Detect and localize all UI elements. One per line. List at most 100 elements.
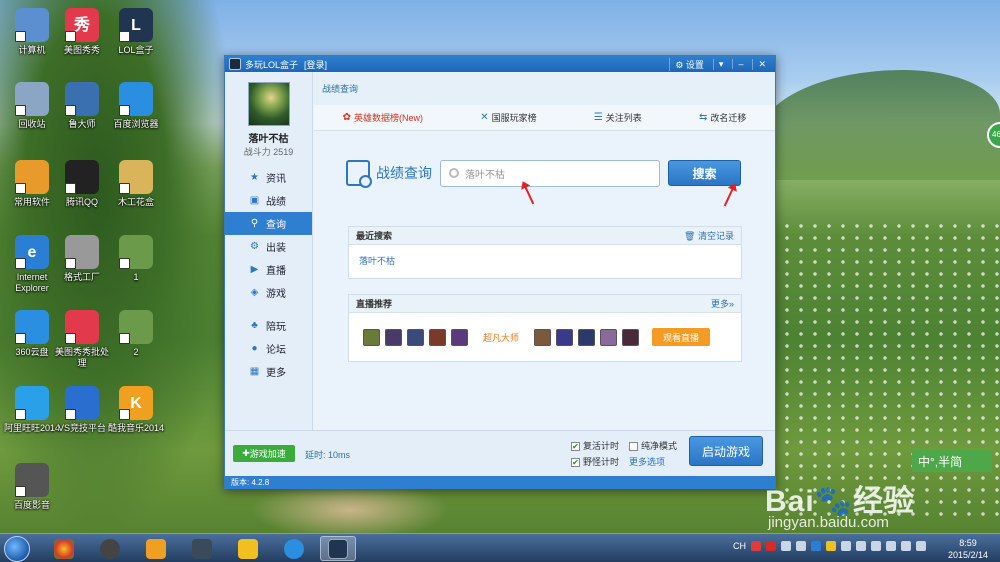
sidebar-item-label: 陪玩 [266, 322, 286, 333]
clear-history-link[interactable]: 🗑 清空记录 [684, 229, 734, 242]
desktop-wallpaper-flowers [780, 220, 1000, 520]
desktop-icon[interactable]: 1 [106, 235, 166, 283]
desktop-icon[interactable]: 2 [106, 310, 166, 358]
record-search-icon [346, 160, 372, 188]
taskbar-glasses[interactable] [184, 536, 220, 561]
sidebar-item-label: 出装 [266, 243, 286, 254]
window-title: 多玩LOL盒子 [245, 59, 299, 70]
system-tray[interactable]: CH [733, 541, 926, 551]
live-row: 超凡大师 观看直播 [349, 313, 741, 346]
champion-avatar[interactable] [556, 328, 574, 346]
search-title: 战绩查询 [376, 165, 432, 181]
desktop-app-icon [15, 8, 49, 42]
sidebar-item[interactable]: ⚙ 出装 [225, 235, 312, 258]
minimize-button[interactable]: – [732, 59, 748, 69]
desktop-icon[interactable]: 秀美图秀秀 [52, 8, 112, 56]
desktop-icon[interactable]: 美图秀秀批处理 [52, 310, 112, 369]
sub-tabs: ✿ 英雄数据榜(New) ✕ 国服玩家榜 ☰ 关注列表 ⇆ 改名迁移 [314, 105, 775, 131]
clock-time: 8:59 [959, 538, 977, 548]
opt-resurrect[interactable]: ✔ 复活计时 [571, 438, 619, 454]
main-panel: 战绩查询 ✿ 英雄数据榜(New) ✕ 国服玩家榜 ☰ 关注列表 ⇆ 改名迁移 战绩查询 落叶… [314, 72, 775, 472]
app-logo-icon [229, 58, 241, 70]
opt-monster[interactable]: ✔ 野怪计时 [571, 454, 619, 470]
desktop-icon[interactable]: VS竞技平台 [52, 386, 112, 434]
lol-box-window: 多玩LOL盒子 [登录] ⚙ 设置 ▾ – ✕ 落叶不枯 战斗力 2519 ★ 资… [224, 55, 776, 489]
taskbar-media[interactable] [92, 536, 128, 561]
desktop-icon[interactable]: 鲁大师 [52, 82, 112, 130]
desktop-icon-label: 格式工厂 [63, 272, 100, 282]
game-accel-button[interactable]: ✚ 游戏加速 [233, 445, 295, 462]
sidebar-item[interactable]: ▣ 战绩 [225, 189, 312, 212]
sidebar-item-label: 论坛 [266, 345, 286, 356]
desktop-icon[interactable]: 腾讯QQ [52, 160, 112, 208]
menu-icon[interactable]: ▾ [712, 58, 729, 70]
gamepad-icon: ◈ [250, 287, 259, 298]
taskbar-chrome[interactable] [46, 536, 82, 561]
sidebar-item[interactable]: ▦ 更多 [225, 360, 312, 383]
start-button[interactable] [4, 536, 30, 562]
sidebar-item[interactable]: ★ 资讯 [225, 166, 312, 189]
sub-tab[interactable]: ⇆ 改名迁移 [699, 111, 746, 124]
desktop-icon[interactable]: 百度浏览器 [106, 82, 166, 130]
desktop-wallpaper-path [250, 480, 450, 540]
ime-bar[interactable]: 中°,半简 [912, 450, 992, 472]
bottom-bar: ✚ 游戏加速 延时: 10ms ✔ 复活计时 ✔ 野怪计时 纯净模式 更多选项 启动… [225, 430, 775, 476]
more-options-link[interactable]: 更多选项 [629, 454, 677, 470]
champion-avatar[interactable] [363, 328, 380, 346]
desktop-icon[interactable]: 木工花盒 [106, 160, 166, 208]
taskbar-kugou[interactable] [230, 536, 266, 561]
sidebar-item[interactable]: ● 论坛 [225, 337, 312, 360]
sidebar-item[interactable]: ▶ 直播 [225, 258, 312, 281]
recent-item[interactable]: 落叶不枯 [349, 245, 741, 276]
taskbar-lolbox[interactable] [320, 536, 356, 561]
streamer-name[interactable]: 超凡大师 [483, 331, 519, 344]
champion-avatar[interactable] [600, 328, 618, 346]
champion-avatar[interactable] [451, 328, 468, 346]
champion-avatar[interactable] [429, 328, 446, 346]
desktop-app-icon: K [119, 386, 153, 420]
desktop-icon[interactable]: L LOL盒子 [106, 8, 166, 56]
people-icon: ♣ [251, 320, 258, 331]
title-bar[interactable]: 多玩LOL盒子 [登录] ⚙ 设置 ▾ – ✕ [225, 56, 775, 72]
nav-separator [225, 304, 312, 314]
settings-button[interactable]: ⚙ 设置 [669, 57, 709, 71]
search-input-value: 落叶不枯 [465, 169, 505, 181]
sidebar-item[interactable]: ⚲ 查询 [225, 212, 312, 235]
options-left: ✔ 复活计时 ✔ 野怪计时 [571, 438, 619, 470]
opt-pure[interactable]: 纯净模式 [629, 438, 677, 454]
checkbox-checked-icon: ✔ [571, 441, 580, 451]
desktop-icon[interactable]: 格式工厂 [52, 235, 112, 283]
desktop-icon-label: 美图秀秀 [63, 45, 100, 55]
champion-avatar[interactable] [534, 328, 552, 346]
search-row: 战绩查询 落叶不枯 搜索 [346, 158, 746, 188]
desktop-app-icon [65, 386, 99, 420]
champion-avatar[interactable] [385, 328, 402, 346]
version-text: 版本: 4.2.8 [225, 476, 775, 489]
taskbar-kuwo[interactable] [138, 536, 174, 561]
more-link[interactable]: 更多» [711, 297, 734, 310]
sidebar-item-label: 游戏 [266, 289, 286, 300]
sub-tab-label: 国服玩家榜 [491, 113, 537, 123]
sidebar-item[interactable]: ◈ 游戏 [225, 281, 312, 304]
avatar[interactable] [247, 82, 290, 126]
sidebar-item[interactable]: ♣ 陪玩 [225, 314, 312, 337]
record-icon: ▣ [249, 195, 260, 206]
desktop-app-icon [65, 160, 99, 194]
champion-avatar[interactable] [578, 328, 596, 346]
sub-tab[interactable]: ☰ 关注列表 [594, 111, 642, 124]
taskbar-browser[interactable] [276, 536, 312, 561]
champion-avatar[interactable] [407, 328, 424, 346]
sub-tab[interactable]: ✿ 英雄数据榜(New) [343, 111, 423, 124]
start-game-button[interactable]: 启动游戏 [689, 436, 763, 466]
clock[interactable]: 8:59 2015/2/14 [940, 537, 996, 561]
champion-avatar[interactable] [622, 328, 640, 346]
login-link[interactable]: [登录] [304, 58, 327, 71]
close-button[interactable]: ✕ [752, 58, 771, 70]
desktop-app-icon [15, 463, 49, 497]
desktop-icon[interactable]: 百度影音 [2, 463, 62, 511]
desktop-icon[interactable]: K 酷我音乐2014 [106, 386, 166, 434]
watch-live-button[interactable]: 观看直播 [652, 328, 711, 346]
sidebar-item-label: 直播 [266, 266, 286, 277]
search-input[interactable]: 落叶不枯 [440, 159, 660, 187]
sub-tab[interactable]: ✕ 国服玩家榜 [480, 111, 536, 124]
